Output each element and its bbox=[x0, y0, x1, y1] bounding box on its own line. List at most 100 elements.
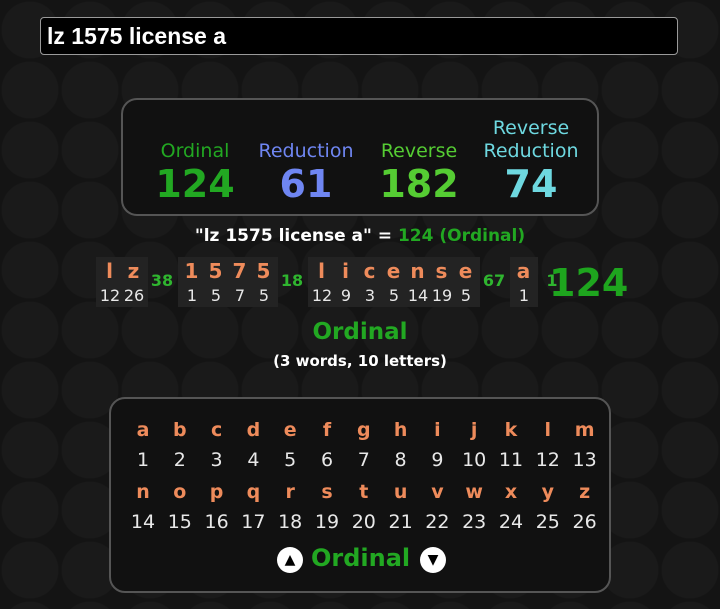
cipher-letter: a bbox=[136, 419, 150, 441]
cipher-letter-value: 1 bbox=[136, 449, 150, 471]
letter-char: l bbox=[318, 259, 326, 283]
letter-char: 1 bbox=[184, 259, 200, 283]
word-box: l 12 z 26 bbox=[96, 257, 148, 307]
reverse-summary[interactable]: Reverse 182 bbox=[367, 100, 471, 214]
chevron-up-icon[interactable]: ▲ bbox=[277, 547, 303, 573]
cipher-letter: q bbox=[246, 481, 261, 503]
cipher-cell-b: b2 bbox=[162, 419, 198, 471]
cipher-letter-value: 10 bbox=[462, 449, 487, 471]
cipher-letter-value: 2 bbox=[173, 449, 186, 471]
reduction-label: Reduction bbox=[258, 140, 354, 162]
cipher-letter: d bbox=[246, 419, 261, 441]
cipher-letter-value: 24 bbox=[498, 511, 524, 533]
cipher-cell-s: s 19 bbox=[309, 481, 345, 533]
letter-value: 5 bbox=[258, 286, 270, 305]
caption-phrase: "lz 1575 license a" bbox=[194, 226, 372, 246]
cipher-letter-value: 6 bbox=[320, 449, 334, 471]
cipher-letter-value: 5 bbox=[284, 449, 297, 471]
cipher-cell-n: n 14 bbox=[125, 481, 161, 533]
reverse-reduction-label-line1: Reverse bbox=[492, 117, 570, 139]
cipher-cell-a: a1 bbox=[125, 419, 161, 471]
reverse-reduction-label-line2: Reduction bbox=[483, 140, 579, 162]
letter-char: 5 bbox=[256, 259, 272, 283]
word-box: 11557755 bbox=[178, 257, 278, 307]
cipher-letter-value: 9 bbox=[431, 449, 444, 471]
cipher-cell-t: t 20 bbox=[346, 481, 382, 533]
cipher-letter: u bbox=[393, 481, 408, 503]
cipher-cell-w: w 23 bbox=[456, 481, 492, 533]
cipher-letter: y bbox=[541, 481, 554, 503]
cipher-chart-name: Ordinal bbox=[311, 544, 411, 572]
cipher-cell-z: z 26 bbox=[567, 481, 603, 533]
letter-char: c bbox=[363, 259, 377, 283]
cipher-letter: e bbox=[283, 419, 297, 441]
cipher-chart: ▲ Ordinal ▼ a 1 b 2 c 3 d 4 e 5 f 6 g 7 h 8 i 9 j 10 k 11 l 12 m… bbox=[109, 397, 611, 593]
cipher-letter: v bbox=[431, 481, 444, 503]
word-box: l 12 i 9 c 3 e 5 n 14 s 19 e 5 bbox=[308, 257, 480, 307]
cipher-cell-d: d4 bbox=[235, 419, 271, 471]
ordinal-summary[interactable]: Ordinal 124 bbox=[143, 100, 247, 214]
cipher-cell-l: l 12 bbox=[530, 419, 566, 471]
cipher-cell-j: j 10 bbox=[456, 419, 492, 471]
chevron-down-icon[interactable]: ▼ bbox=[420, 547, 446, 573]
letter-value: 5 bbox=[460, 286, 472, 305]
cipher-letter: b bbox=[172, 419, 187, 441]
cipher-letter-value: 19 bbox=[314, 511, 340, 533]
cipher-title: Ordinal bbox=[312, 319, 408, 345]
letter-char: e bbox=[386, 259, 402, 283]
cipher-letter-value: 23 bbox=[462, 511, 487, 533]
letter-char: s bbox=[435, 259, 449, 283]
cipher-letter-value: 17 bbox=[241, 511, 266, 533]
cipher-letter-value: 15 bbox=[167, 511, 192, 533]
cipher-summary-box: Ordinal 124 Reduction 61 Reverse 182 Rev… bbox=[121, 98, 599, 216]
cipher-letter-value: 16 bbox=[204, 511, 229, 533]
cipher-letter-value: 26 bbox=[572, 511, 597, 533]
cipher-letter: s bbox=[321, 481, 333, 503]
result-caption: "lz 1575 license a" = 124 (Ordinal) bbox=[0, 225, 720, 247]
cipher-letter: f bbox=[322, 419, 332, 441]
search-input[interactable] bbox=[40, 17, 678, 55]
letter-char: z bbox=[127, 259, 141, 283]
cipher-letter: l bbox=[544, 419, 552, 441]
cipher-letter-value: 7 bbox=[357, 449, 370, 471]
cipher-letter: o bbox=[173, 481, 187, 503]
cipher-cell-u: u 21 bbox=[383, 481, 419, 533]
cipher-letter-value: 12 bbox=[535, 449, 560, 471]
reverse-reduction-value: 74 bbox=[504, 162, 558, 206]
letter-char: l bbox=[106, 259, 114, 283]
cipher-letter-value: 3 bbox=[210, 449, 223, 471]
cipher-letter-value: 11 bbox=[498, 449, 524, 471]
cipher-letter: r bbox=[285, 481, 295, 503]
letter-char: i bbox=[342, 259, 350, 283]
cipher-cell-r: r 18 bbox=[272, 481, 308, 533]
cipher-letter-value: 18 bbox=[278, 511, 303, 533]
word-letter-count: (3 words, 10 letters) bbox=[273, 352, 447, 370]
ordinal-value: 124 bbox=[155, 162, 235, 206]
cipher-cell-e: e5 bbox=[272, 419, 308, 471]
cipher-letter: p bbox=[209, 481, 224, 503]
cipher-cell-q: q 17 bbox=[235, 481, 271, 533]
cipher-cell-h: h8 bbox=[383, 419, 419, 471]
cipher-letter-value: 4 bbox=[247, 449, 260, 471]
letter-value: 1 bbox=[518, 286, 530, 305]
caption-result: 124 (Ordinal) bbox=[397, 226, 526, 246]
reverse-reduction-summary[interactable]: Reverse Reduction 74 bbox=[475, 100, 587, 214]
cipher-cell-v: v 22 bbox=[419, 481, 455, 533]
cipher-letter-value: 21 bbox=[388, 511, 413, 533]
cipher-cell-m: m 13 bbox=[567, 419, 603, 471]
cipher-cell-o: o 15 bbox=[162, 481, 198, 533]
word-sum: 38 bbox=[150, 271, 174, 290]
reverse-value: 182 bbox=[379, 162, 459, 206]
cipher-cell-k: k 11 bbox=[493, 419, 529, 471]
letter-value: 26 bbox=[123, 286, 145, 305]
cipher-letter: w bbox=[465, 481, 483, 503]
cipher-letter: t bbox=[359, 481, 369, 503]
cipher-cell-f: f6 bbox=[309, 419, 345, 471]
reduction-summary[interactable]: Reduction 61 bbox=[251, 100, 361, 214]
letter-char: 5 bbox=[208, 259, 224, 283]
cipher-letter: i bbox=[434, 419, 441, 441]
cipher-letter: k bbox=[504, 419, 518, 441]
cipher-cell-p: p 16 bbox=[199, 481, 235, 533]
ordinal-label: Ordinal bbox=[160, 140, 230, 162]
cipher-cell-y: y 25 bbox=[530, 481, 566, 533]
